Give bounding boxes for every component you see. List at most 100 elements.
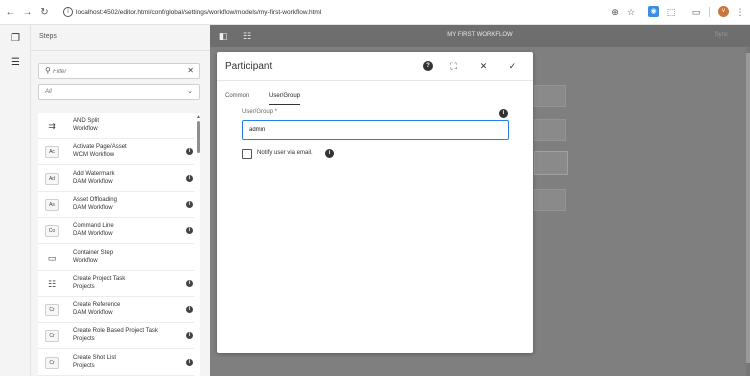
workflow-step-node[interactable] <box>534 151 568 175</box>
profile-avatar[interactable]: v <box>718 6 729 17</box>
back-icon[interactable]: ← <box>4 6 17 19</box>
step-name: Asset Offloading <box>73 196 117 203</box>
step-list-item[interactable]: Cr Create Reference DAM Workflow i <box>38 297 194 324</box>
dialog-title: Participant <box>225 61 273 72</box>
info-icon[interactable]: i <box>186 227 193 235</box>
sidebar-divider <box>31 50 210 51</box>
dialog-divider <box>217 80 533 81</box>
tab-common[interactable]: Common <box>225 93 249 105</box>
info-icon[interactable]: i <box>186 306 193 314</box>
info-icon[interactable]: i <box>325 149 334 158</box>
step-list-item[interactable]: Ad Add Watermark DAM Workflow i <box>38 166 194 192</box>
step-list-item[interactable]: Co Command Line DAM Workflow i <box>38 218 194 245</box>
filter-box: ⚲ ✕ <box>38 63 200 79</box>
notify-email-checkbox[interactable] <box>242 149 252 159</box>
extension-icon[interactable]: ◉ <box>648 6 659 17</box>
step-badge: Ac <box>45 146 59 159</box>
group-select[interactable]: All ⌄ <box>38 84 200 100</box>
info-icon[interactable]: i <box>499 109 508 118</box>
step-name: Activate Page/Asset <box>73 144 127 151</box>
step-group: Workflow <box>73 257 98 264</box>
search-icon: ⚲ <box>45 66 51 75</box>
url-text: localhost:4502/editor.html/conf/global/s… <box>76 9 322 16</box>
container-icon: ▭ <box>47 252 57 263</box>
info-icon[interactable]: i <box>186 279 193 287</box>
reload-icon[interactable]: ↻ <box>38 6 51 19</box>
workflow-step-node[interactable] <box>534 189 566 211</box>
steps-scrollbar[interactable]: ▲ <box>196 112 201 376</box>
toggle-sidepanel-icon[interactable]: ◧ <box>217 30 229 42</box>
info-icon[interactable]: i <box>186 200 193 208</box>
step-badge: Cr <box>45 356 59 369</box>
user-group-label: User/Group * <box>242 109 278 115</box>
step-name: AND Split <box>73 118 100 124</box>
extensions-puzzle-icon[interactable]: ⬚ <box>665 6 677 18</box>
filter-input[interactable] <box>53 66 183 77</box>
step-list-item[interactable]: Ac Activate Page/Asset WCM Workflow i <box>38 139 194 166</box>
step-badge: Cr <box>45 330 59 343</box>
left-rail: ❐ ☰ <box>0 25 31 376</box>
info-icon[interactable]: i <box>186 174 193 182</box>
info-icon[interactable]: i <box>186 148 193 156</box>
info-icon[interactable]: i <box>186 358 193 366</box>
properties-icon[interactable]: ☷ <box>241 30 253 42</box>
steps-panel-icon[interactable]: ❐ <box>10 33 21 44</box>
user-group-field[interactable] <box>242 120 509 140</box>
zoom-icon[interactable]: ⊕ <box>609 6 621 18</box>
step-name: Create Reference <box>73 302 121 309</box>
step-badge: As <box>45 198 59 211</box>
split-view-icon[interactable]: ▭ <box>690 6 702 18</box>
kebab-menu-icon[interactable]: ⋮ <box>734 6 746 18</box>
steps-list: ⇉ AND Split Workflow Ac Activate Page/Asset W… <box>38 113 200 376</box>
steps-sidebar: Steps ⚲ ✕ All ⌄ ⇉ AND Split Workflow Ac Acti… <box>31 25 210 376</box>
workflow-step-node[interactable] <box>534 119 566 141</box>
forward-icon[interactable]: → <box>21 6 34 19</box>
canvas-scroll-thumb[interactable] <box>746 53 750 363</box>
split-icon: ⇉ <box>48 121 56 131</box>
editor-topbar: ◧ ☷ MY FIRST WORKFLOW Sync <box>210 25 750 47</box>
step-group: DAM Workflow <box>73 204 113 211</box>
workflow-title: MY FIRST WORKFLOW <box>447 32 513 38</box>
tab-user-group[interactable]: User/Group <box>269 93 301 105</box>
step-group: DAM Workflow <box>73 178 113 185</box>
participant-dialog: Participant ? ⛶ ✕ ✓ Common User/Group Us… <box>217 52 533 353</box>
notify-email-label: Notify user via email. <box>257 150 313 156</box>
scroll-thumb[interactable] <box>197 121 200 153</box>
group-select-value: All <box>45 89 52 95</box>
sidebar-title: Steps <box>39 33 57 40</box>
step-badge: Co <box>45 225 59 238</box>
site-info-icon[interactable]: i <box>63 7 73 17</box>
confirm-check-icon[interactable]: ✓ <box>507 61 518 72</box>
step-name: Create Role Based Project Task <box>73 328 158 335</box>
step-list-item[interactable]: ⇉ AND Split Workflow <box>38 113 194 139</box>
canvas-scrollbar[interactable] <box>746 47 750 376</box>
project-task-icon: ☷ <box>47 278 57 289</box>
step-group: Workflow <box>73 126 98 132</box>
bookmark-star-icon[interactable]: ☆ <box>625 6 637 18</box>
fullscreen-icon[interactable]: ⛶ <box>448 61 459 72</box>
step-list-item[interactable]: As Asset Offloading DAM Workflow i <box>38 192 194 218</box>
clear-icon[interactable]: ✕ <box>187 66 194 75</box>
chevron-down-icon: ⌄ <box>187 88 193 95</box>
step-group: DAM Workflow <box>73 310 113 317</box>
toolbar-divider <box>709 7 710 17</box>
list-panel-icon[interactable]: ☰ <box>10 57 21 68</box>
step-list-item[interactable]: ☷ Create Project Task Projects i <box>38 271 194 297</box>
step-name: Create Project Task <box>73 275 126 282</box>
step-badge: Ad <box>45 172 59 185</box>
help-icon[interactable]: ? <box>423 61 433 71</box>
step-group: Projects <box>73 336 95 343</box>
close-icon[interactable]: ✕ <box>478 61 489 72</box>
step-list-item[interactable]: Cr Create Shot List Projects i <box>38 350 194 376</box>
step-list-item[interactable]: ▭ Container Step Workflow <box>38 245 194 271</box>
step-group: DAM Workflow <box>73 231 113 238</box>
address-bar[interactable]: i localhost:4502/editor.html/conf/global… <box>62 5 602 20</box>
workflow-step-node[interactable] <box>534 85 566 107</box>
info-icon[interactable]: i <box>186 332 193 340</box>
sync-button[interactable]: Sync <box>715 32 728 38</box>
scroll-up-icon[interactable]: ▲ <box>196 114 201 120</box>
step-name: Add Watermark <box>73 170 115 177</box>
step-list-item[interactable]: Cr Create Role Based Project Task Projects… <box>38 323 194 350</box>
step-group: WCM Workflow <box>73 152 115 159</box>
step-name: Container Step <box>73 249 114 256</box>
